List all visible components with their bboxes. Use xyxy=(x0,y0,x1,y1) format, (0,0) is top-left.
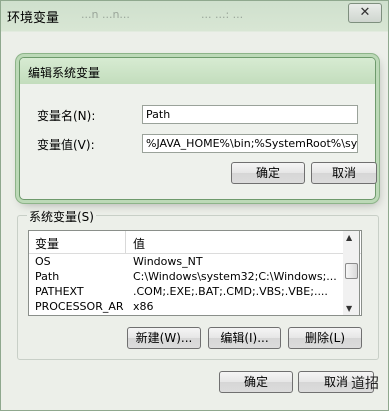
ok-button[interactable]: 确定 xyxy=(219,371,293,393)
variable-name-input[interactable]: Path xyxy=(142,105,358,124)
column-header-variable[interactable]: 变量 xyxy=(35,235,59,252)
column-header-value[interactable]: 值 xyxy=(133,235,145,252)
scroll-up-arrow-icon[interactable]: ▲ xyxy=(346,233,352,242)
edit-dialog-title: 编辑系统变量 xyxy=(28,66,101,80)
delete-variable-button[interactable]: 删除(L) xyxy=(288,327,362,349)
system-variables-table[interactable]: 变量 值 OS Windows_NT Path C:\Windows\syste… xyxy=(28,230,362,316)
edit-dialog-titlebar[interactable]: 编辑系统变量 xyxy=(20,58,375,84)
column-divider[interactable] xyxy=(125,231,126,253)
dialog-title: 环境变量 xyxy=(7,11,60,26)
table-row[interactable]: OS Windows_NT xyxy=(29,254,361,269)
variable-value: C:\Windows\system32;C:\Windows;... xyxy=(133,270,337,283)
background-text: ... ...: ... xyxy=(201,8,244,21)
variable-name: Path xyxy=(35,270,60,283)
variable-value-input[interactable]: %JAVA_HOME%\bin;%SystemRoot%\system32 xyxy=(142,134,358,153)
edit-system-variable-dialog: 编辑系统变量 变量名(N): Path 变量值(V): %JAVA_HOME%\… xyxy=(19,57,377,200)
system-variables-label: 系统变量(S) xyxy=(27,208,96,225)
scrollbar-thumb[interactable] xyxy=(345,263,358,279)
variable-name: PROCESSOR_AR xyxy=(35,300,124,313)
table-row[interactable]: PROCESSOR_AR x86 xyxy=(29,299,361,314)
new-variable-button[interactable]: 新建(W)... xyxy=(127,327,201,349)
close-icon: ✕ xyxy=(359,5,371,20)
scroll-down-arrow-icon[interactable]: ▼ xyxy=(346,304,352,313)
table-row[interactable]: Path C:\Windows\system32;C:\Windows;... xyxy=(29,269,361,284)
edit-cancel-button[interactable]: 取消 xyxy=(311,162,377,184)
close-button[interactable]: ✕ xyxy=(348,3,382,23)
table-scrollbar[interactable]: ▲ ▼ xyxy=(343,230,360,316)
table-row[interactable]: PATHEXT .COM;.EXE;.BAT;.CMD;.VBS;.VBE;..… xyxy=(29,284,361,299)
variable-name: PATHEXT xyxy=(35,285,84,298)
variable-name: OS xyxy=(35,255,51,268)
background-text: ...n ...n... xyxy=(81,8,130,21)
edit-variable-button[interactable]: 编辑(I)... xyxy=(208,327,281,349)
table-header: 变量 值 xyxy=(29,231,361,254)
variable-value-label: 变量值(V): xyxy=(37,138,95,152)
variable-value: Windows_NT xyxy=(133,255,203,268)
watermark-text: 道招 xyxy=(351,376,379,392)
variable-value: .COM;.EXE;.BAT;.CMD;.VBS;.VBE;.... xyxy=(133,285,328,298)
variable-name-label: 变量名(N): xyxy=(37,109,96,123)
edit-ok-button[interactable]: 确定 xyxy=(231,162,305,184)
variable-value: x86 xyxy=(133,300,154,313)
